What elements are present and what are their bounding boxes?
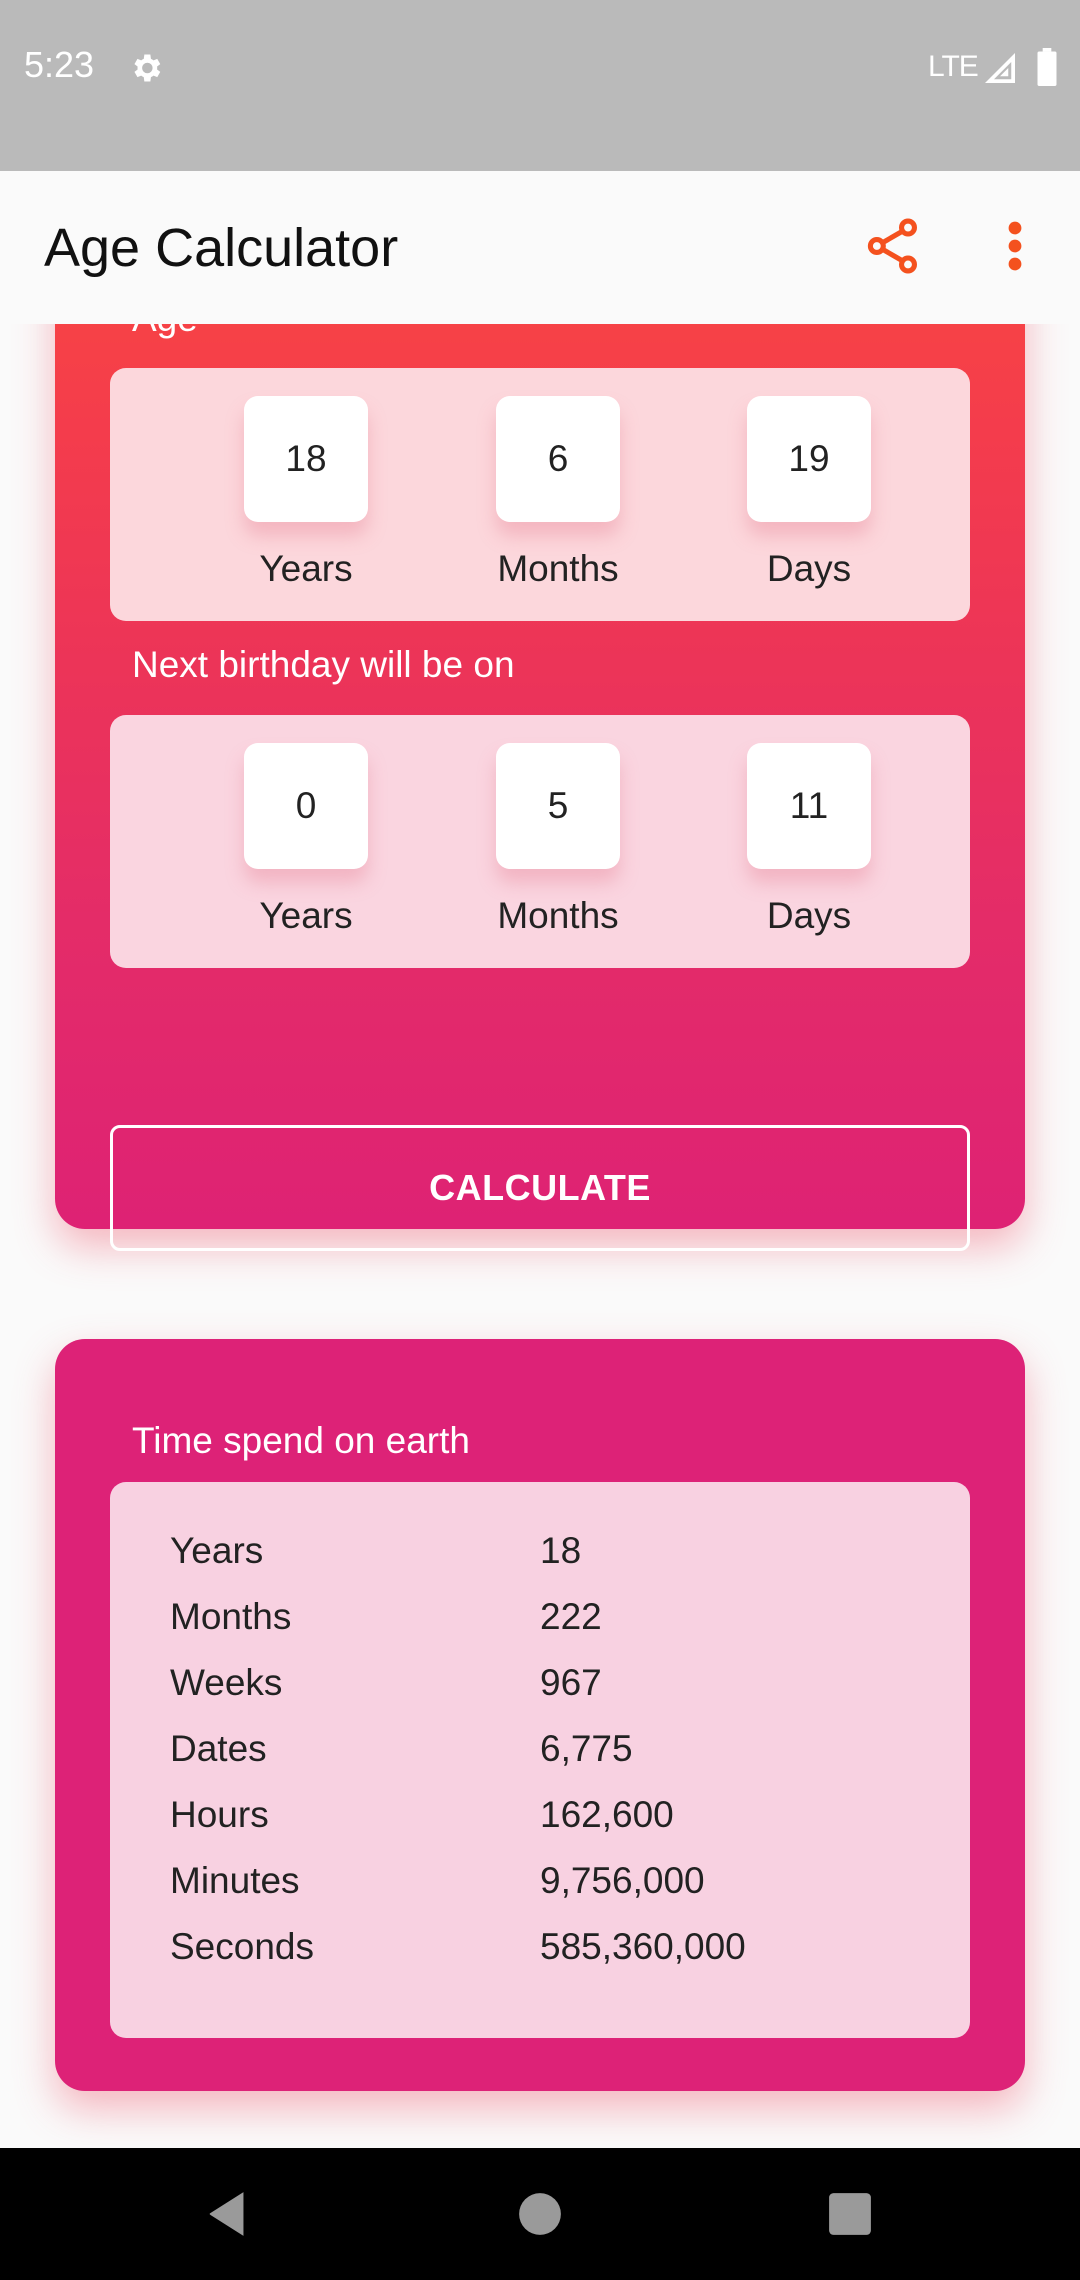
age-section-label: Age bbox=[132, 324, 198, 340]
app-bar: Age Calculator bbox=[0, 171, 1080, 324]
time-row: Years 18 bbox=[170, 1530, 930, 1590]
status-bar: 5:23 LTE bbox=[0, 0, 1080, 171]
time-row-key: Years bbox=[170, 1530, 264, 1571]
recents-icon bbox=[829, 2193, 871, 2235]
signal-icon bbox=[985, 53, 1015, 83]
back-button[interactable] bbox=[186, 2178, 266, 2250]
time-row-value: 9,756,000 bbox=[540, 1860, 705, 1901]
share-icon bbox=[867, 218, 917, 274]
calculate-button[interactable]: CALCULATE bbox=[110, 1125, 970, 1251]
time-row: Seconds 585,360,000 bbox=[170, 1926, 930, 1986]
time-on-earth-card: Time spend on earth Years 18 Months 222 … bbox=[55, 1339, 1025, 2091]
content-scroll[interactable]: Age 18 Years 6 Months 19 Days Next birth… bbox=[0, 324, 1080, 2148]
time-row-key: Minutes bbox=[170, 1860, 300, 1901]
navigation-bar bbox=[0, 2148, 1080, 2280]
battery-icon bbox=[1037, 48, 1057, 86]
time-on-earth-label: Time spend on earth bbox=[132, 1420, 470, 1461]
screen: 5:23 LTE Age Calculator 18 Years 6 Month… bbox=[0, 0, 1080, 2280]
more-options-button[interactable] bbox=[990, 211, 1040, 281]
age-years: 18 Years bbox=[231, 396, 381, 590]
next-days-value: 11 bbox=[747, 743, 871, 869]
time-row-key: Hours bbox=[170, 1794, 269, 1835]
age-days-value: 19 bbox=[747, 396, 871, 522]
age-days-label: Days bbox=[766, 548, 852, 589]
next-birthday-label: Next birthday will be on bbox=[132, 644, 515, 685]
time-row-key: Weeks bbox=[170, 1662, 283, 1703]
next-months-value: 5 bbox=[496, 743, 620, 869]
next-birthday-panel: 0 Years 5 Months 11 Days bbox=[110, 715, 970, 968]
time-row-value: 162,600 bbox=[540, 1794, 674, 1835]
next-years-value: 0 bbox=[244, 743, 368, 869]
age-months-label: Months bbox=[497, 548, 619, 589]
time-row-key: Seconds bbox=[170, 1926, 314, 1967]
age-card: Age 18 Years 6 Months 19 Days Next birth… bbox=[55, 324, 1025, 1251]
time-row-value: 585,360,000 bbox=[540, 1926, 746, 1967]
next-years: 0 Years bbox=[231, 743, 381, 937]
age-months: 6 Months bbox=[483, 396, 633, 590]
next-days-label: Days bbox=[766, 895, 852, 936]
time-row-value: 967 bbox=[540, 1662, 602, 1703]
home-icon bbox=[519, 2193, 561, 2235]
age-days: 19 Days bbox=[734, 396, 884, 590]
time-row-value: 6,775 bbox=[540, 1728, 633, 1769]
gear-icon bbox=[134, 54, 161, 82]
recents-button[interactable] bbox=[810, 2178, 890, 2250]
home-button[interactable] bbox=[500, 2178, 580, 2250]
back-icon bbox=[209, 2192, 244, 2236]
age-years-value: 18 bbox=[244, 396, 368, 522]
share-button[interactable] bbox=[860, 211, 926, 281]
next-days: 11 Days bbox=[734, 743, 884, 937]
next-months: 5 Months bbox=[483, 743, 633, 937]
network-type: LTE bbox=[928, 50, 979, 83]
time-on-earth-panel: Years 18 Months 222 Weeks 967 Dates 6,77… bbox=[110, 1482, 970, 2038]
time-row-value: 222 bbox=[540, 1596, 602, 1637]
time-row: Hours 162,600 bbox=[170, 1794, 930, 1854]
time-row-key: Months bbox=[170, 1596, 292, 1637]
time-row-key: Dates bbox=[170, 1728, 267, 1769]
next-months-label: Months bbox=[497, 895, 619, 936]
time-row: Months 222 bbox=[170, 1596, 930, 1656]
app-title: Age Calculator bbox=[44, 218, 399, 278]
status-time: 5:23 bbox=[24, 44, 95, 85]
time-row: Minutes 9,756,000 bbox=[170, 1860, 930, 1920]
more-vert-icon bbox=[1008, 221, 1022, 271]
age-years-label: Years bbox=[259, 548, 353, 589]
time-row: Dates 6,775 bbox=[170, 1728, 930, 1788]
next-years-label: Years bbox=[259, 895, 353, 936]
time-row: Weeks 967 bbox=[170, 1662, 930, 1722]
age-panel: 18 Years 6 Months 19 Days bbox=[110, 368, 970, 621]
time-row-value: 18 bbox=[540, 1530, 582, 1571]
age-months-value: 6 bbox=[496, 396, 620, 522]
